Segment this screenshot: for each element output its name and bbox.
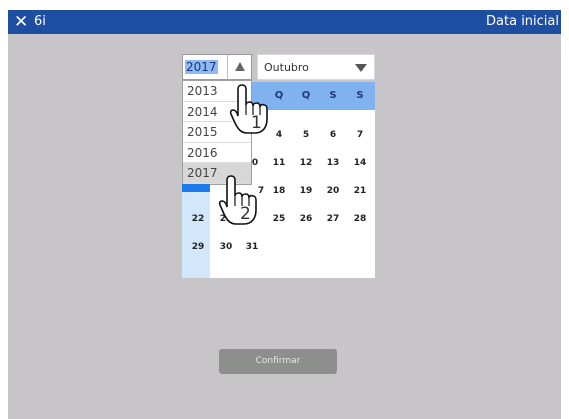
day-cell[interactable]: 28 — [346, 214, 374, 224]
app-number: 6i — [34, 14, 46, 29]
month-select[interactable]: Outubro — [257, 54, 375, 80]
year-option[interactable]: 2016 — [183, 143, 251, 164]
pointer-hand-icon: 1 — [229, 84, 268, 134]
day-cell[interactable]: 22 — [184, 214, 212, 224]
day-cell[interactable]: 26 — [292, 214, 320, 224]
step-2-label: 2 — [240, 204, 251, 224]
day-cell[interactable]: 11 — [265, 158, 293, 168]
year-select[interactable]: 2017 — [182, 54, 252, 80]
day-cell[interactable]: 19 — [292, 186, 320, 196]
day-cell[interactable]: 12 — [292, 158, 320, 168]
day-cell[interactable]: 6 — [319, 130, 347, 140]
selection-indicator — [182, 184, 210, 192]
day-cell[interactable]: 18 — [265, 186, 293, 196]
weekday-label: Q — [301, 90, 311, 101]
day-cell[interactable]: 25 — [265, 214, 293, 224]
pointer-hand-icon: 2 — [218, 175, 257, 225]
page-title: Data inicial — [486, 14, 559, 29]
year-value[interactable]: 2017 — [185, 60, 218, 74]
day-cell[interactable]: 21 — [346, 186, 374, 196]
day-cell[interactable]: 14 — [346, 158, 374, 168]
step-1-label: 1 — [251, 113, 262, 133]
day-cell[interactable]: 27 — [319, 214, 347, 224]
day-cell[interactable]: 7 — [346, 130, 374, 140]
day-cell[interactable]: 13 — [319, 158, 347, 168]
close-icon[interactable]: ✕ — [14, 11, 28, 33]
day-cell[interactable]: 31 — [238, 242, 266, 252]
triangle-down-icon[interactable] — [355, 64, 367, 72]
day-cell[interactable]: 20 — [319, 186, 347, 196]
weekday-label: S — [329, 90, 337, 101]
day-cell[interactable]: 5 — [292, 130, 320, 140]
triangle-up-icon[interactable] — [227, 55, 251, 79]
day-cell[interactable]: 30 — [212, 242, 240, 252]
month-value: Outubro — [264, 61, 309, 74]
title-bar: ✕ 6i Data inicial — [8, 10, 561, 34]
confirm-button[interactable]: Confirmar — [219, 349, 337, 374]
day-cell[interactable]: 29 — [184, 242, 212, 252]
weekday-label: S — [356, 90, 364, 101]
